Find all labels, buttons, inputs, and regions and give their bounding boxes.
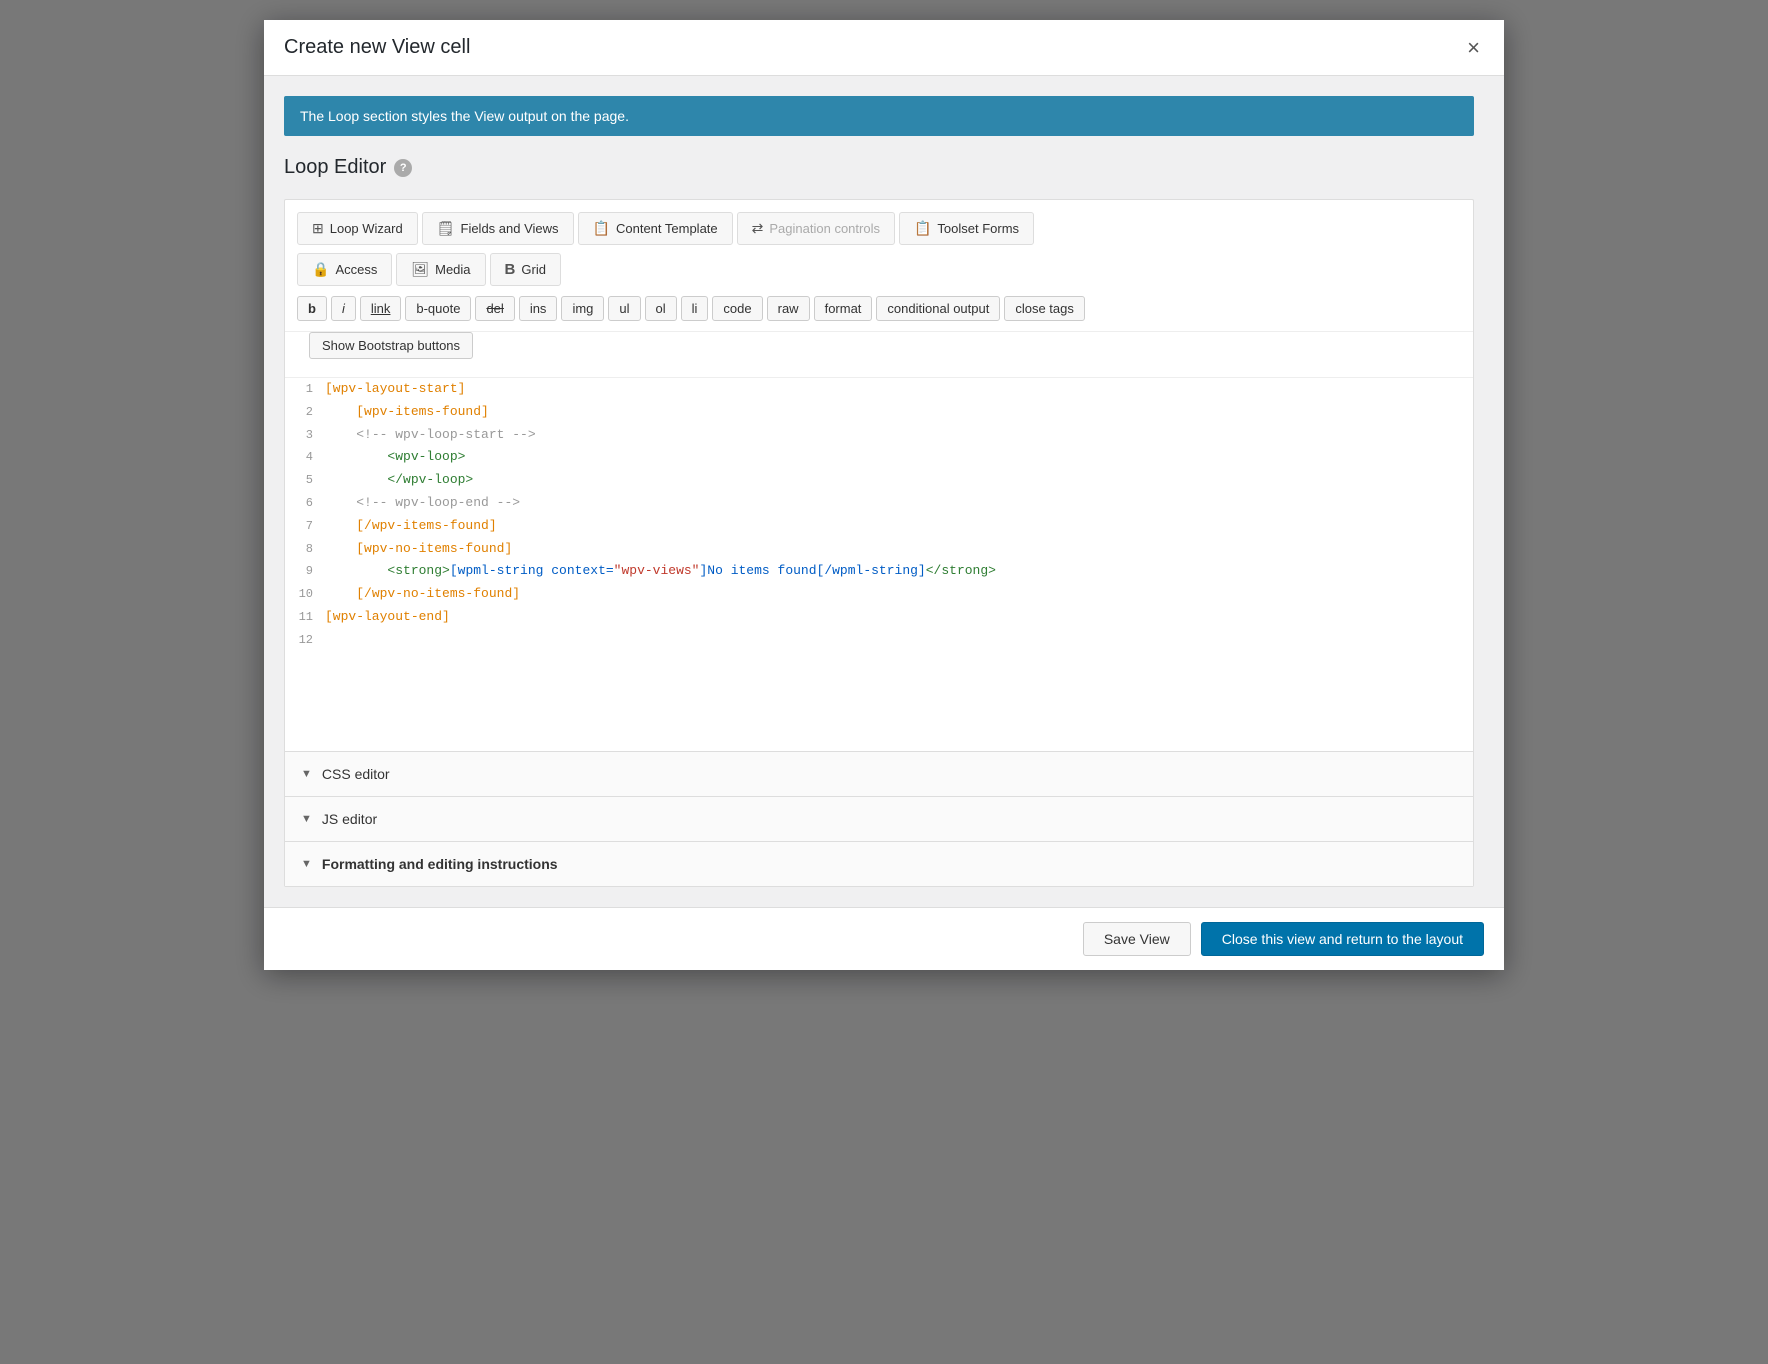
line-num-11: 11 bbox=[285, 607, 325, 628]
line-num-7: 7 bbox=[285, 516, 325, 537]
italic-button[interactable]: i bbox=[331, 296, 356, 321]
code-line-6: 6 <!-- wpv-loop-end --> bbox=[285, 492, 1473, 515]
css-editor-arrow: ▼ bbox=[301, 768, 312, 780]
line-content-10: [/wpv-no-items-found] bbox=[325, 584, 1473, 605]
line-num-9: 9 bbox=[285, 561, 325, 582]
line-content-4: <wpv-loop> bbox=[325, 447, 1473, 468]
tab-media[interactable]: 🖼 Media bbox=[396, 253, 485, 286]
content-template-icon: 📋 bbox=[593, 220, 610, 237]
line-content-8: [wpv-no-items-found] bbox=[325, 539, 1473, 560]
format-button[interactable]: format bbox=[814, 296, 873, 321]
formatting-arrow: ▼ bbox=[301, 858, 312, 870]
conditional-output-button[interactable]: conditional output bbox=[876, 296, 1000, 321]
tab-access[interactable]: 🔒 Access bbox=[297, 253, 392, 286]
formatting-instructions-section[interactable]: ▼ Formatting and editing instructions bbox=[285, 841, 1473, 886]
link-button[interactable]: link bbox=[360, 296, 402, 321]
toolset-forms-icon: 📋 bbox=[914, 220, 931, 237]
line-content-1: [wpv-layout-start] bbox=[325, 379, 1473, 400]
show-bootstrap-button[interactable]: Show Bootstrap buttons bbox=[309, 332, 473, 359]
grid-icon: B bbox=[505, 261, 516, 278]
code-line-4: 4 <wpv-loop> bbox=[285, 446, 1473, 469]
code-line-5: 5 </wpv-loop> bbox=[285, 469, 1473, 492]
line-num-5: 5 bbox=[285, 470, 325, 491]
modal-close-button[interactable]: × bbox=[1463, 37, 1484, 59]
line-num-2: 2 bbox=[285, 402, 325, 423]
media-icon: 🖼 bbox=[411, 261, 429, 278]
tab-pagination-controls: ⇄ Pagination controls bbox=[737, 212, 895, 245]
css-editor-section[interactable]: ▼ CSS editor bbox=[285, 751, 1473, 796]
code-button[interactable]: code bbox=[712, 296, 762, 321]
info-banner: The Loop section styles the View output … bbox=[284, 96, 1474, 136]
line-num-1: 1 bbox=[285, 379, 325, 400]
modal-header: Create new View cell × bbox=[264, 20, 1504, 76]
tab-loop-wizard[interactable]: ⊞ Loop Wizard bbox=[297, 212, 418, 245]
js-editor-arrow: ▼ bbox=[301, 813, 312, 825]
create-view-cell-modal: Create new View cell × The Loop section … bbox=[264, 20, 1504, 970]
line-num-3: 3 bbox=[285, 425, 325, 446]
close-view-button[interactable]: Close this view and return to the layout bbox=[1201, 922, 1484, 956]
fields-views-icon: 🗒 bbox=[437, 220, 455, 237]
bquote-button[interactable]: b-quote bbox=[405, 296, 471, 321]
loop-wizard-icon: ⊞ bbox=[312, 220, 324, 237]
li-button[interactable]: li bbox=[681, 296, 709, 321]
loop-editor-title: Loop Editor ? bbox=[284, 156, 1474, 179]
editor-container: ⊞ Loop Wizard 🗒 Fields and Views 📋 Conte… bbox=[284, 199, 1474, 887]
code-line-9: 9 <strong>[wpml-string context="wpv-view… bbox=[285, 560, 1473, 583]
code-line-2: 2 [wpv-items-found] bbox=[285, 401, 1473, 424]
line-content-11: [wpv-layout-end] bbox=[325, 607, 1473, 628]
bootstrap-row: Show Bootstrap buttons bbox=[285, 332, 1473, 377]
modal-footer: Save View Close this view and return to … bbox=[264, 907, 1504, 970]
ol-button[interactable]: ol bbox=[645, 296, 677, 321]
modal-title: Create new View cell bbox=[284, 36, 470, 59]
close-tags-button[interactable]: close tags bbox=[1004, 296, 1085, 321]
del-button[interactable]: del bbox=[475, 296, 514, 321]
bold-button[interactable]: b bbox=[297, 296, 327, 321]
code-line-7: 7 [/wpv-items-found] bbox=[285, 515, 1473, 538]
code-line-10: 10 [/wpv-no-items-found] bbox=[285, 583, 1473, 606]
line-content-9: <strong>[wpml-string context="wpv-views"… bbox=[325, 561, 1473, 582]
code-line-1: 1 [wpv-layout-start] bbox=[285, 378, 1473, 401]
code-line-12: 12 bbox=[285, 629, 1473, 651]
tab-grid[interactable]: B Grid bbox=[490, 253, 561, 286]
line-content-12 bbox=[325, 630, 1473, 650]
code-padding[interactable] bbox=[285, 651, 1473, 751]
tab-toolset-forms[interactable]: 📋 Toolset Forms bbox=[899, 212, 1034, 245]
raw-button[interactable]: raw bbox=[767, 296, 810, 321]
code-editor[interactable]: 1 [wpv-layout-start] 2 [wpv-items-found]… bbox=[285, 377, 1473, 751]
help-icon[interactable]: ? bbox=[394, 159, 412, 177]
tabs-row-2: 🔒 Access 🖼 Media B Grid bbox=[285, 245, 1473, 286]
line-content-3: <!-- wpv-loop-start --> bbox=[325, 425, 1473, 446]
pagination-icon: ⇄ bbox=[752, 220, 764, 237]
line-content-2: [wpv-items-found] bbox=[325, 402, 1473, 423]
js-editor-section[interactable]: ▼ JS editor bbox=[285, 796, 1473, 841]
code-line-11: 11 [wpv-layout-end] bbox=[285, 606, 1473, 629]
tab-content-template[interactable]: 📋 Content Template bbox=[578, 212, 733, 245]
tab-fields-and-views[interactable]: 🗒 Fields and Views bbox=[422, 212, 574, 245]
line-num-6: 6 bbox=[285, 493, 325, 514]
toolbar-row: b i link b-quote del ins img ul ol li co… bbox=[285, 286, 1473, 332]
code-line-3: 3 <!-- wpv-loop-start --> bbox=[285, 424, 1473, 447]
img-button[interactable]: img bbox=[561, 296, 604, 321]
ins-button[interactable]: ins bbox=[519, 296, 558, 321]
access-icon: 🔒 bbox=[312, 261, 329, 278]
modal-body: The Loop section styles the View output … bbox=[264, 76, 1504, 907]
code-line-8: 8 [wpv-no-items-found] bbox=[285, 538, 1473, 561]
line-num-4: 4 bbox=[285, 447, 325, 468]
tabs-row-1: ⊞ Loop Wizard 🗒 Fields and Views 📋 Conte… bbox=[285, 200, 1473, 245]
line-content-7: [/wpv-items-found] bbox=[325, 516, 1473, 537]
line-num-10: 10 bbox=[285, 584, 325, 605]
line-content-6: <!-- wpv-loop-end --> bbox=[325, 493, 1473, 514]
line-num-8: 8 bbox=[285, 539, 325, 560]
ul-button[interactable]: ul bbox=[608, 296, 640, 321]
line-num-12: 12 bbox=[285, 630, 325, 650]
line-content-5: </wpv-loop> bbox=[325, 470, 1473, 491]
save-view-button[interactable]: Save View bbox=[1083, 922, 1191, 956]
